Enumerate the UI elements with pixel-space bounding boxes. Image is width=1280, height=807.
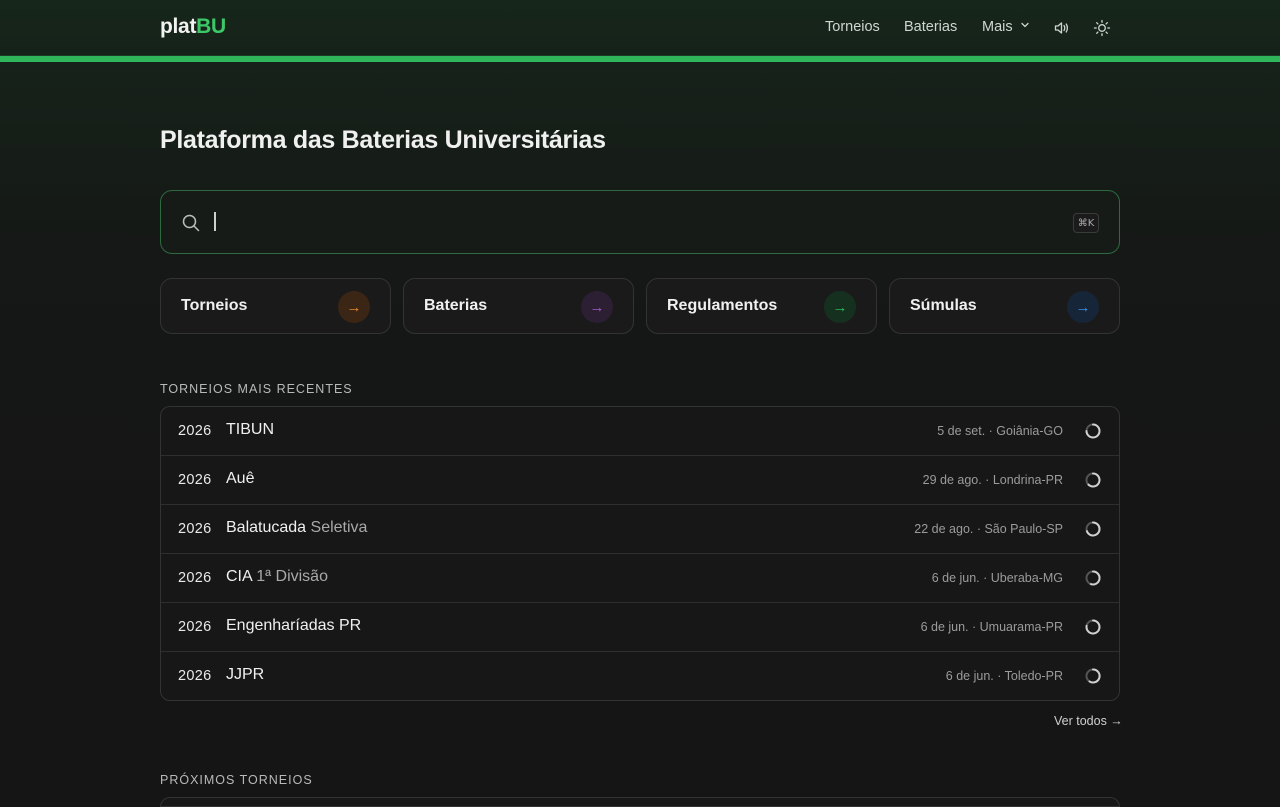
text-cursor (214, 212, 216, 231)
row-meta: 5 de set. · Goiânia-GO (937, 424, 1063, 438)
table-row[interactable]: 2026 TIBUN 5 de set. · Goiânia-GO (161, 407, 1119, 456)
arrow-right-icon: → (824, 291, 856, 323)
quick-link-label: Baterias (424, 297, 488, 314)
row-year: 2026 (178, 521, 212, 537)
row-name-main: Balatucada (226, 519, 307, 536)
row-name: Auê (226, 470, 254, 488)
section-label-upcoming: PRÓXIMOS TORNEIOS (160, 773, 313, 787)
loading-spinner-icon (1085, 472, 1101, 488)
arrow-right-icon: → (338, 291, 370, 323)
see-all-link[interactable]: Ver todos → (1054, 714, 1123, 728)
row-name-sub: Seletiva (310, 519, 368, 536)
table-row[interactable]: 2026 Engenharíadas PR 6 de jun. · Umuara… (161, 603, 1119, 652)
table-row[interactable]: 2026 Balatucada Seletiva 22 de ago. · Sã… (161, 505, 1119, 554)
row-name: CIA 1ª Divisão (226, 568, 328, 586)
loading-spinner-icon (1085, 619, 1101, 635)
quick-link-sumulas[interactable]: Súmulas → (889, 278, 1120, 334)
page-title: Plataforma das Baterias Universitárias (160, 126, 606, 154)
row-meta: 22 de ago. · São Paulo-SP (914, 522, 1063, 536)
row-name-main: JJPR (226, 666, 265, 683)
table-row[interactable]: 2026 Auê 29 de ago. · Londrina-PR (161, 456, 1119, 505)
row-name: TIBUN (226, 421, 274, 439)
row-meta: 6 de jun. · Umuarama-PR (920, 620, 1063, 634)
loading-spinner-icon (1085, 521, 1101, 537)
quick-link-baterias[interactable]: Baterias → (403, 278, 634, 334)
loading-spinner-icon (1085, 570, 1101, 586)
row-name-main: Auê (226, 470, 255, 487)
row-name-sub: 1ª Divisão (256, 568, 328, 585)
logo-text-plat: plat (160, 15, 197, 38)
row-name: Balatucada Seletiva (226, 519, 367, 537)
arrow-right-icon: → (581, 291, 613, 323)
sun-icon[interactable] (1093, 19, 1111, 37)
search-icon (182, 214, 200, 232)
quick-link-regulamentos[interactable]: Regulamentos → (646, 278, 877, 334)
quick-link-label: Súmulas (910, 297, 977, 314)
row-name-main: TIBUN (226, 421, 274, 438)
row-name: Engenharíadas PR (226, 617, 361, 635)
search-box[interactable]: ⌘K (160, 190, 1120, 254)
search-input[interactable] (213, 205, 1053, 239)
table-row[interactable]: 2026 CIA 1ª Divisão 6 de jun. · Uberaba-… (161, 554, 1119, 603)
logo[interactable]: platBU (160, 15, 226, 39)
row-year: 2026 (178, 423, 212, 439)
quick-link-torneios[interactable]: Torneios → (160, 278, 391, 334)
row-year: 2026 (178, 668, 212, 684)
row-meta: 6 de jun. · Uberaba-MG (931, 571, 1063, 585)
nav-mais-label: Mais (982, 19, 1013, 35)
arrow-right-icon: → (1067, 291, 1099, 323)
speaker-icon[interactable] (1053, 19, 1071, 37)
nav-torneios[interactable]: Torneios (825, 19, 880, 35)
row-year: 2026 (178, 472, 212, 488)
quick-link-label: Torneios (181, 297, 248, 314)
row-meta: 29 de ago. · Londrina-PR (922, 473, 1063, 487)
row-name-main: Engenharíadas PR (226, 617, 362, 634)
loading-spinner-icon (1085, 668, 1101, 684)
loading-spinner-icon (1085, 423, 1101, 439)
row-year: 2026 (178, 570, 212, 586)
row-name: JJPR (226, 666, 264, 684)
upcoming-tournaments-list (160, 797, 1120, 807)
nav-baterias[interactable]: Baterias (904, 19, 957, 35)
row-year: 2026 (178, 619, 212, 635)
recent-tournaments-list: 2026 TIBUN 5 de set. · Goiânia-GO 2026 A… (160, 406, 1120, 701)
section-label-recent: TORNEIOS MAIS RECENTES (160, 382, 353, 396)
table-row[interactable]: 2026 JJPR 6 de jun. · Toledo-PR (161, 652, 1119, 700)
chevron-down-icon (1021, 22, 1029, 28)
logo-text-bu: BU (196, 15, 226, 38)
quick-link-label: Regulamentos (667, 297, 778, 314)
shortcut-badge: ⌘K (1073, 213, 1099, 233)
nav-mais[interactable]: Mais (982, 19, 1030, 35)
row-meta: 6 de jun. · Toledo-PR (945, 669, 1063, 683)
row-name-main: CIA (226, 568, 252, 585)
